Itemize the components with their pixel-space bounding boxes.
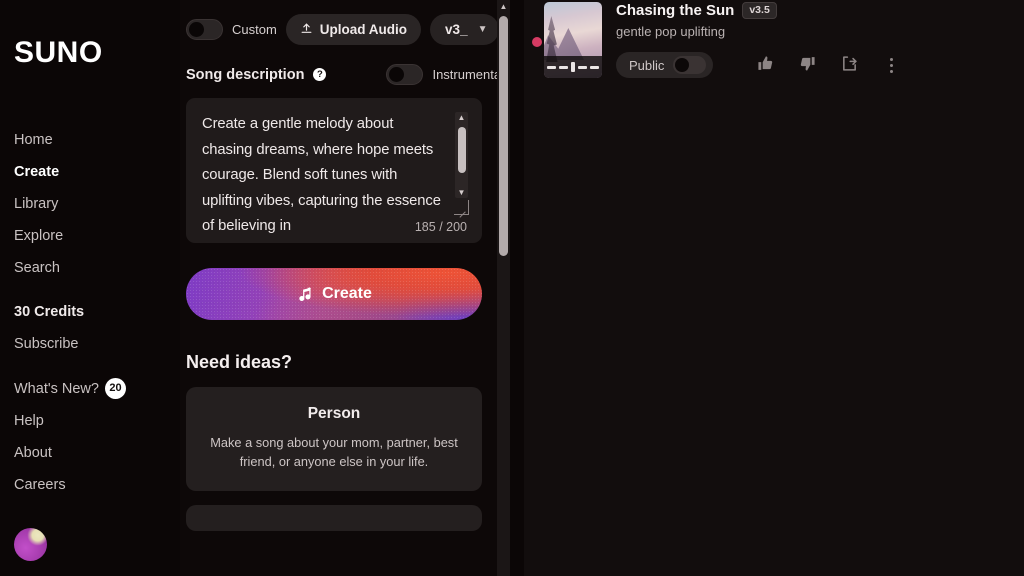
song-description-input[interactable]: Create a gentle melody about chasing dre… (186, 98, 482, 243)
song-description-value: Create a gentle melody about chasing dre… (202, 116, 441, 234)
share-icon (841, 55, 858, 75)
dot (889, 57, 893, 61)
song-row[interactable]: Chasing the Sun v3.5 gentle pop upliftin… (544, 0, 1014, 81)
sidebar-item-search[interactable]: Search (0, 252, 180, 284)
composer-toolbar: Custom Upload Audio v3_ ▼ (184, 0, 504, 45)
song-details: Chasing the Sun v3.5 gentle pop upliftin… (616, 2, 1014, 81)
create-button[interactable]: Create (186, 268, 482, 320)
composer-scrollbar[interactable]: ▲ (497, 0, 510, 576)
more-options-button[interactable] (875, 49, 907, 81)
visibility-switch-knob (675, 58, 690, 72)
whats-new-row: What's New? 20 (14, 378, 166, 399)
waveform-bar (578, 65, 587, 69)
nav-divider-1 (0, 284, 180, 296)
custom-toggle[interactable] (186, 19, 223, 40)
song-title[interactable]: Chasing the Sun (616, 2, 734, 19)
composer-inner: Custom Upload Audio v3_ ▼ Song descripti… (180, 0, 510, 531)
sidebar-item-whats-new[interactable]: What's New? 20 (0, 372, 180, 405)
sidebar: SUNO Home Create Library Explore Search … (0, 0, 180, 576)
whats-new-badge: 20 (104, 378, 126, 399)
more-vertical-icon (889, 57, 893, 73)
sidebar-item-credits[interactable]: 30 Credits (0, 296, 180, 328)
nav-divider-2 (0, 360, 180, 372)
thumbs-down-icon (799, 55, 816, 75)
visibility-toggle[interactable]: Public (616, 52, 714, 78)
suno-logo[interactable]: SUNO (14, 38, 103, 68)
dot (889, 63, 893, 67)
upload-audio-button[interactable]: Upload Audio (285, 14, 422, 45)
sidebar-item-explore[interactable]: Explore (0, 220, 180, 252)
song-tags: gentle pop uplifting (616, 24, 726, 39)
song-description-label: Song description (186, 66, 305, 83)
scroll-down-icon[interactable]: ▼ (455, 187, 468, 198)
sidebar-item-careers[interactable]: Careers (0, 469, 180, 501)
idea-card-title: Person (307, 405, 361, 422)
waveform-bar (547, 65, 556, 69)
need-ideas-heading: Need ideas? (186, 352, 293, 372)
textarea-scrollbar[interactable]: ▲ ▼ (455, 112, 468, 198)
sidebar-item-subscribe[interactable]: Subscribe (0, 328, 180, 360)
help-icon[interactable]: ? (313, 68, 327, 81)
create-button-label: Create (322, 285, 372, 302)
chevron-down-icon: ▼ (477, 24, 488, 35)
textarea-resize-handle[interactable] (454, 200, 469, 215)
version-value: v3_ (445, 22, 468, 37)
waveform-bar (571, 62, 575, 72)
sidebar-item-library[interactable]: Library (0, 188, 180, 220)
composer-scrollbar-thumb[interactable] (499, 16, 508, 256)
thumbs-up-button[interactable] (749, 49, 781, 81)
status-dot (532, 37, 542, 47)
app-root: SUNO Home Create Library Explore Search … (0, 0, 1024, 576)
dot (889, 69, 893, 73)
visibility-label: Public (629, 57, 665, 73)
sidebar-item-about[interactable]: About (0, 437, 180, 469)
visibility-switch[interactable] (673, 56, 707, 74)
thumbs-up-icon (757, 55, 774, 75)
custom-toggle-knob (189, 22, 204, 37)
character-counter: 185 / 200 (414, 220, 467, 234)
song-description-row: Song description ? Instrumental (184, 64, 504, 85)
album-art[interactable] (544, 2, 602, 78)
instrumental-toggle[interactable] (386, 64, 424, 85)
waveform-bar (590, 65, 599, 69)
sidebar-item-help[interactable]: Help (0, 405, 180, 437)
song-controls: Public (616, 49, 1014, 81)
song-list-panel: Chasing the Sun v3.5 gentle pop upliftin… (524, 0, 1024, 576)
textarea-scrollbar-thumb[interactable] (457, 127, 466, 173)
upload-audio-label: Upload Audio (319, 22, 408, 37)
song-version-badge: v3.5 (742, 2, 777, 19)
version-select[interactable]: v3_ ▼ (430, 14, 500, 45)
idea-card-description: Make a song about your mom, partner, bes… (210, 435, 458, 469)
waveform-overlay (544, 56, 602, 78)
avatar[interactable] (14, 528, 47, 561)
thumbs-down-button[interactable] (791, 49, 823, 81)
sidebar-item-create[interactable]: Create (0, 156, 180, 188)
waveform-bar (559, 65, 568, 69)
sidebar-nav: Home Create Library Explore Search 30 Cr… (0, 124, 180, 501)
upload-icon (300, 22, 313, 38)
composer-panel: Custom Upload Audio v3_ ▼ Song descripti… (180, 0, 510, 576)
idea-card-person[interactable]: Person Make a song about your mom, partn… (186, 387, 482, 491)
custom-toggle-label: Custom (232, 22, 277, 37)
sidebar-item-home[interactable]: Home (0, 124, 180, 156)
scroll-up-icon[interactable]: ▲ (455, 112, 468, 123)
panel-divider (510, 0, 524, 576)
music-note-icon (296, 286, 313, 303)
instrumental-toggle-knob (389, 67, 405, 82)
idea-card-next[interactable] (186, 505, 482, 531)
whats-new-label: What's New? (14, 380, 99, 397)
song-title-row: Chasing the Sun v3.5 (616, 2, 1014, 19)
composer-scroll-up-icon[interactable]: ▲ (497, 0, 510, 13)
share-button[interactable] (833, 49, 865, 81)
instrumental-label: Instrumental (432, 67, 504, 82)
